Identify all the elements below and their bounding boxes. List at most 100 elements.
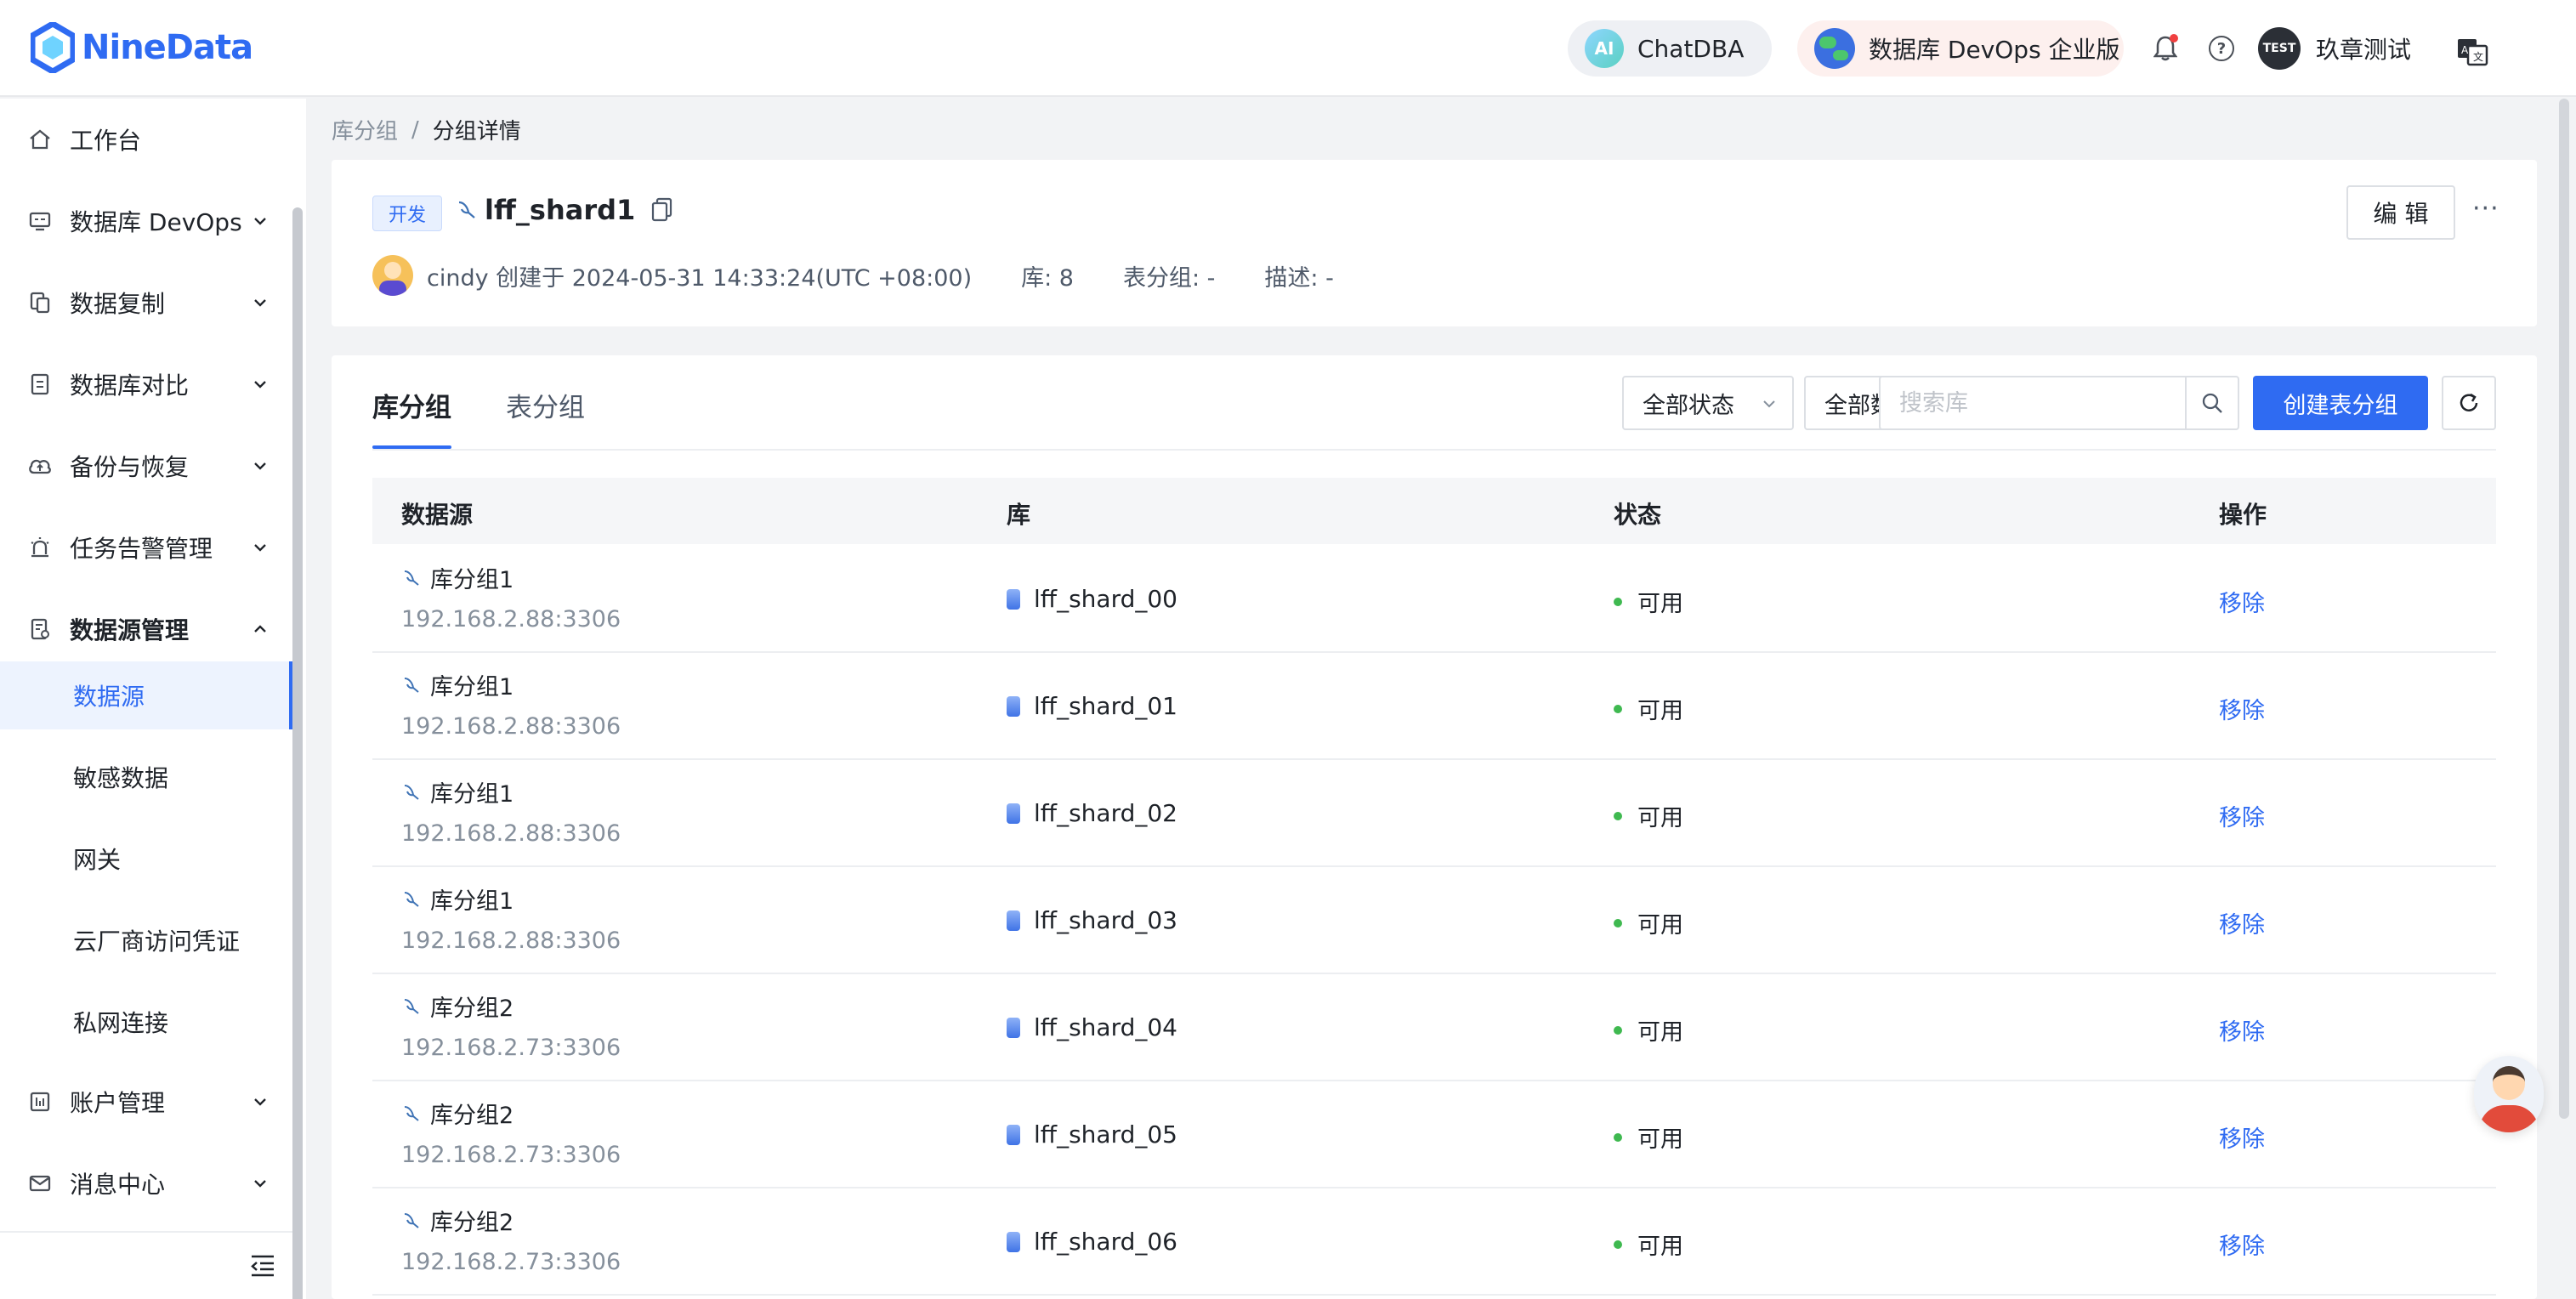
table-row: 库分组1 192.168.2.88:3306 lff_shard_00 可用 移除 — [372, 546, 2496, 653]
database-name: lff_shard_01 — [1034, 692, 1177, 720]
sidebar-subitem-gateway[interactable]: 网关 — [0, 825, 294, 893]
remove-link[interactable]: 移除 — [2219, 692, 2265, 725]
table-group-info: 表分组: - — [1122, 264, 1216, 292]
datasource-address: 192.168.2.88:3306 — [401, 713, 621, 740]
datasource-name[interactable]: 库分组2 — [401, 990, 621, 1023]
sidebar-item-backup[interactable]: 备份与恢复 — [0, 425, 289, 507]
customer-service-avatar[interactable] — [2474, 1056, 2544, 1132]
sidebar-item-messages[interactable]: 消息中心 — [0, 1143, 289, 1224]
sidebar-item-workbench[interactable]: 工作台 — [0, 99, 289, 180]
sidebar-subitem-private-link[interactable]: 私网连接 — [0, 988, 294, 1056]
database-search-input[interactable] — [1879, 376, 2187, 430]
tabs-divider — [372, 449, 2496, 451]
datasource-label: 库分组1 — [430, 781, 514, 808]
copy-icon[interactable] — [650, 197, 674, 223]
sidebar-item-compare[interactable]: 数据库对比 — [0, 343, 289, 425]
breadcrumb-separator: / — [411, 116, 419, 143]
refresh-button[interactable] — [2442, 376, 2496, 430]
search-button[interactable] — [2185, 376, 2239, 430]
datasource-name[interactable]: 库分组2 — [401, 1204, 621, 1237]
translate-icon[interactable]: A 文 — [2455, 34, 2489, 68]
sidebar-subitem-datasource[interactable]: 数据源 — [0, 661, 294, 729]
replication-icon — [26, 288, 54, 317]
datasource-cell: 库分组1 192.168.2.88:3306 — [401, 882, 621, 954]
devops-icon — [26, 207, 54, 235]
sidebar-scrollbar[interactable] — [292, 207, 303, 1299]
group-meta: cindy 创建于 2024-05-31 14:33:24(UTC +08:00… — [372, 255, 1334, 296]
sidebar-subitem-sensitive-data[interactable]: 敏感数据 — [0, 743, 294, 811]
database-name: lff_shard_06 — [1034, 1228, 1177, 1256]
globe-icon — [1814, 28, 1855, 69]
datasource-name[interactable]: 库分组1 — [401, 882, 621, 916]
svg-text:文: 文 — [2473, 50, 2483, 63]
edition-badge-button[interactable]: 数据库 DevOps 企业版 — [1797, 20, 2124, 77]
datasource-cell: 库分组1 192.168.2.88:3306 — [401, 775, 621, 847]
table-row: 库分组2 192.168.2.73:3306 lff_shard_06 可用 移除 — [372, 1188, 2496, 1296]
sidebar-item-alarm[interactable]: 任务告警管理 — [0, 507, 289, 588]
mysql-dolphin-icon — [458, 201, 475, 218]
chevron-down-icon — [254, 381, 266, 389]
remove-link[interactable]: 移除 — [2219, 1013, 2265, 1047]
table-header: 数据源 库 状态 操作 — [372, 478, 2496, 544]
top-header: NineData AI ChatDBA 数据库 DevOps 企业版 ? TES… — [0, 0, 2576, 97]
database-cell: lff_shard_04 — [1007, 1013, 1177, 1041]
sidebar-item-devops[interactable]: 数据库 DevOps — [0, 180, 289, 262]
database-name: lff_shard_05 — [1034, 1120, 1177, 1149]
datasource-name[interactable]: 库分组2 — [401, 1097, 621, 1130]
datasource-cell: 库分组1 192.168.2.88:3306 — [401, 561, 621, 632]
logo[interactable]: NineData — [31, 22, 253, 73]
datasource-cell: 库分组2 192.168.2.73:3306 — [401, 990, 621, 1061]
tab-database-group[interactable]: 库分组 — [372, 386, 451, 449]
user-menu[interactable]: TEST 玖章测试 — [2258, 27, 2411, 70]
mysql-dolphin-icon — [404, 677, 419, 693]
account-icon — [26, 1087, 54, 1116]
table-row: 库分组1 192.168.2.88:3306 lff_shard_03 可用 移除 — [372, 867, 2496, 974]
datasource-label: 库分组2 — [430, 1103, 514, 1129]
datasource-name[interactable]: 库分组1 — [401, 668, 621, 701]
status-filter-select[interactable]: 全部状态 — [1622, 376, 1794, 430]
chevron-down-icon — [254, 1180, 266, 1188]
chevron-down-icon — [254, 299, 266, 307]
chatdba-label: ChatDBA — [1637, 34, 1745, 63]
breadcrumb-parent-link[interactable]: 库分组 — [332, 114, 398, 145]
group-info-card: 开发 lff_shard1 cindy 创建于 2024-05-31 14:33… — [332, 160, 2537, 326]
remove-link[interactable]: 移除 — [2219, 1120, 2265, 1154]
datasource-label: 库分组1 — [430, 674, 514, 701]
help-icon[interactable]: ? — [2205, 32, 2238, 65]
datasource-label: 库分组1 — [430, 567, 514, 593]
user-avatar: TEST — [2258, 27, 2301, 70]
sidebar-item-replication[interactable]: 数据复制 — [0, 262, 289, 343]
compare-icon — [26, 370, 54, 399]
database-icon — [1007, 588, 1020, 610]
description-info: 描述: - — [1264, 264, 1334, 292]
sidebar: 工作台 数据库 DevOps 数据复制 数据库对比 备份与恢复 任务告警管理 数… — [0, 99, 306, 1299]
remove-link[interactable]: 移除 — [2219, 1228, 2265, 1261]
create-table-group-button[interactable]: 创建表分组 — [2253, 376, 2428, 430]
chatdba-button[interactable]: AI ChatDBA — [1568, 20, 1772, 77]
group-content-card: 库分组 表分组 全部状态 全部数据源 创建表分组 数据源 库 状态 操作 库分组… — [332, 355, 2537, 1299]
chevron-down-icon — [1763, 400, 1775, 408]
chevron-up-icon — [254, 625, 266, 632]
sidebar-subitem-cloud-credentials[interactable]: 云厂商访问凭证 — [0, 906, 294, 974]
sidebar-item-datasource-management[interactable]: 数据源管理 — [0, 588, 289, 670]
status-dot — [1614, 597, 1622, 606]
datasource-name[interactable]: 库分组1 — [401, 561, 621, 594]
collapse-sidebar-icon[interactable] — [248, 1253, 277, 1279]
backup-icon — [26, 451, 54, 480]
unread-dot — [2170, 34, 2178, 43]
remove-link[interactable]: 移除 — [2219, 799, 2265, 832]
environment-tag: 开发 — [372, 196, 442, 231]
sidebar-item-account[interactable]: 账户管理 — [0, 1061, 289, 1143]
tabs: 库分组 表分组 — [372, 386, 639, 449]
ninedata-logo-icon — [31, 22, 75, 73]
datasource-cell: 库分组2 192.168.2.73:3306 — [401, 1097, 621, 1168]
more-actions-icon[interactable]: ··· — [2472, 194, 2499, 224]
datasource-name[interactable]: 库分组1 — [401, 775, 621, 808]
group-title: lff_shard1 — [456, 194, 674, 226]
notification-bell-icon[interactable] — [2149, 32, 2182, 65]
remove-link[interactable]: 移除 — [2219, 906, 2265, 939]
edit-button[interactable]: 编 辑 — [2346, 185, 2455, 240]
tab-table-group[interactable]: 表分组 — [506, 386, 585, 449]
page-scrollbar[interactable] — [2559, 99, 2569, 1119]
remove-link[interactable]: 移除 — [2219, 585, 2265, 618]
